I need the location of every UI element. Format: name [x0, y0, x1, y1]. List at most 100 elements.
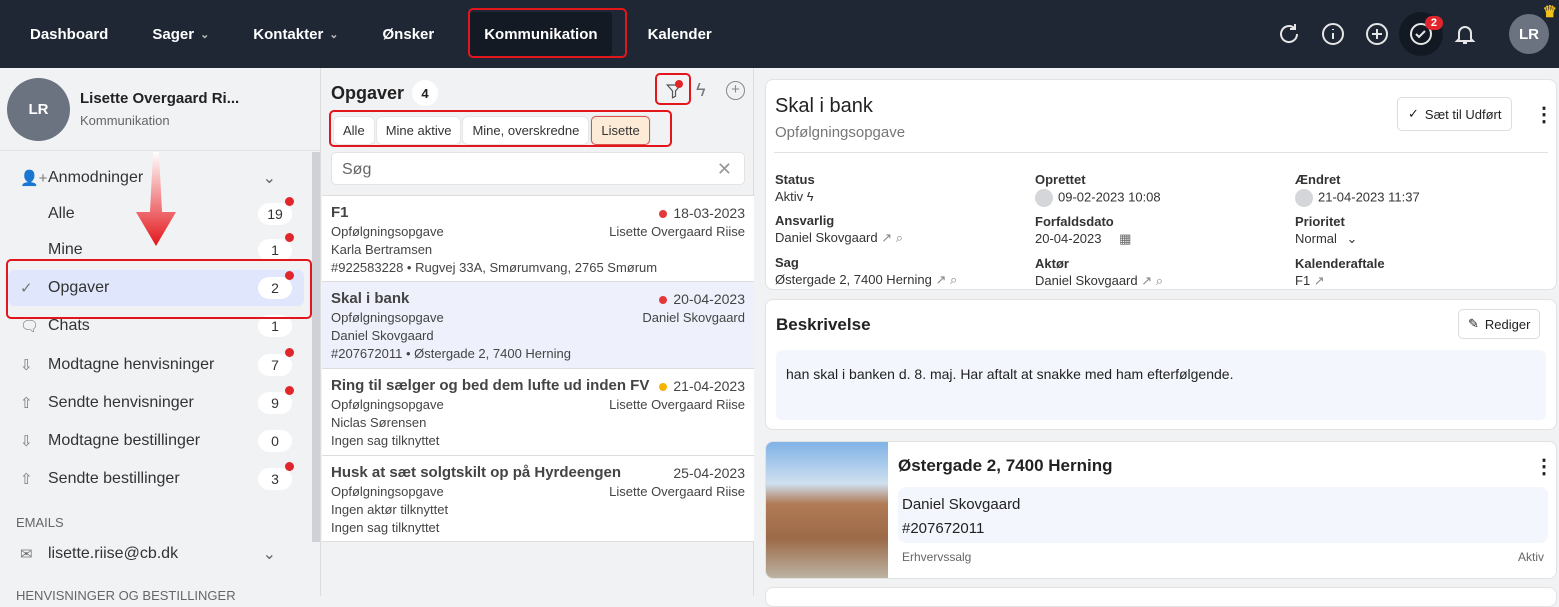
col-2: Oprettet 09-02-2023 10:08 Forfaldsdato 2… [1035, 172, 1163, 289]
chat-icon: 🗨 [20, 318, 40, 335]
property-status: Aktiv [1517, 550, 1544, 564]
info-icon[interactable] [1311, 12, 1355, 56]
sidebar: LR Lisette Overgaard Ri... Kommunikation … [0, 68, 321, 603]
pencil-icon: ✎ [1468, 316, 1479, 331]
case-value: Østergade 2, 7400 Herning [775, 272, 932, 287]
annotation-box [6, 259, 312, 319]
inbox-upload-icon: ⇧ [20, 471, 33, 488]
task-item-selected[interactable]: Skal i bank 20-04-2023 Opfølgningsopgave D… [322, 281, 754, 368]
nav-kalender[interactable]: Kalender [626, 12, 734, 56]
tasks-badge: 2 [1424, 16, 1443, 30]
item-label: Modtagne bestillinger [48, 432, 201, 449]
tasks-check-icon[interactable]: 2 [1399, 12, 1443, 56]
count-badge: 3 [258, 462, 294, 490]
search-input[interactable]: Søg ✕ [331, 152, 745, 185]
status-dot [659, 383, 668, 391]
priority-select[interactable]: Normal ⌄ [1295, 231, 1420, 247]
nav-sager[interactable]: Sager ⌄ [130, 12, 231, 56]
bell-icon[interactable] [1443, 12, 1487, 56]
chevron-down-icon: ⌄ [262, 170, 276, 187]
inbox-upload-icon: ⇧ [20, 395, 33, 412]
calendar-icon[interactable]: ▦ [1119, 231, 1131, 246]
nav-label: Kontakter [253, 25, 324, 43]
sidebar-item-modtagne-henvisninger[interactable]: ⇩ Modtagne henvisninger 7 [8, 347, 304, 383]
external-link-icon[interactable]: ↗ [935, 272, 946, 287]
status-dot [659, 210, 668, 218]
add-task-icon[interactable]: + [726, 81, 745, 100]
user-avatar[interactable]: LR ♛ [1509, 4, 1557, 54]
property-type: Erhvervssalg [902, 550, 972, 564]
top-nav: Dashboard Sager ⌄ Kontakter ⌄ Ønsker Kommu… [0, 0, 1559, 68]
refresh-icon[interactable] [1267, 12, 1311, 56]
search-icon[interactable]: ⌕ [950, 272, 957, 287]
col-3: Ændret 21-04-2023 11:37 Prioritet Normal… [1295, 172, 1420, 289]
sidebar-item-modtagne-bestillinger[interactable]: ⇩ Modtagne bestillinger 0 [8, 423, 304, 459]
item-label: Sendte henvisninger [48, 394, 194, 411]
inbox-download-icon: ⇩ [20, 433, 33, 450]
task-type: Opfølgningsopgave [331, 397, 444, 412]
calendar-label: Kalenderaftale [1295, 256, 1385, 271]
profile-sub: Kommunikation [80, 113, 170, 128]
responsible-label: Ansvarlig [775, 213, 835, 228]
task-owner: Daniel Skovgaard [642, 310, 745, 325]
annotation-box [468, 8, 627, 58]
chevron-down-icon: ⌄ [329, 28, 339, 41]
avatar-initials: LR [1519, 25, 1539, 43]
more-icon[interactable]: ⋮ [1534, 102, 1554, 127]
sidebar-scrollbar[interactable] [312, 152, 320, 542]
task-item[interactable]: F1 18-03-2023 Opfølgningsopgave Lisette Ov… [322, 195, 754, 281]
external-link-icon[interactable]: ↗ [881, 230, 892, 245]
annotation-arrow [136, 152, 176, 246]
sidebar-item-sendte-henvisninger[interactable]: ⇧ Sendte henvisninger 9 [8, 385, 304, 421]
priority-label: Prioritet [1295, 214, 1345, 229]
status-label: Status [775, 172, 815, 187]
edit-button[interactable]: ✎ Rediger [1458, 309, 1541, 339]
external-link-icon[interactable]: ↗ [1314, 273, 1325, 288]
item-label: Sendte bestillinger [48, 470, 180, 487]
nav-kontakter[interactable]: Kontakter ⌄ [231, 12, 360, 56]
property-case-number: #207672011 [902, 520, 985, 537]
task-contact: Niclas Sørensen [331, 415, 427, 430]
task-case: Ingen sag tilknyttet [331, 520, 440, 535]
annotation-box [329, 110, 672, 147]
more-icon[interactable]: ⋮ [1534, 454, 1554, 479]
crown-icon: ♛ [1542, 4, 1557, 21]
task-case: #922583228 • Rugvej 33A, Smørumvang, 276… [331, 260, 658, 275]
user-plus-icon: 👤+ [20, 170, 48, 187]
user-avatar-icon [1035, 189, 1053, 207]
task-title: Ring til sælger og bed dem lufte ud inde… [331, 377, 650, 394]
count-badge: 7 [258, 348, 294, 376]
detail-panel: Skal i bank Opfølgningsopgave ✓ Sæt til U… [755, 68, 1559, 607]
external-link-icon[interactable]: ↗ [1141, 273, 1152, 288]
task-case: #207672011 • Østergade 2, 7400 Herning [331, 346, 571, 361]
task-date: 25-04-2023 [673, 465, 745, 481]
task-contact: Karla Bertramsen [331, 242, 433, 257]
search-icon[interactable]: ⌕ [896, 230, 903, 245]
add-icon[interactable] [1355, 12, 1399, 56]
case-label: Sag [775, 255, 799, 270]
task-title: F1 [331, 204, 349, 221]
created-value: 09-02-2023 10:08 [1058, 189, 1161, 205]
nav-dashboard[interactable]: Dashboard [0, 12, 130, 56]
task-owner: Lisette Overgaard Riise [609, 224, 745, 239]
check-icon: ✓ [1408, 106, 1419, 121]
property-card[interactable]: Østergade 2, 7400 Herning ⋮ Daniel Skovg… [765, 441, 1557, 579]
sidebar-item-sendte-bestillinger[interactable]: ⇧ Sendte bestillinger 3 [8, 461, 304, 497]
search-icon[interactable]: ⌕ [1156, 273, 1163, 288]
lightning-icon[interactable]: ϟ [807, 189, 814, 204]
nav-onsker[interactable]: Ønsker [361, 12, 457, 56]
task-list-panel: Opgaver 4 ϟ + Alle Mine aktive Mine, overs… [322, 68, 754, 596]
task-item[interactable]: Ring til sælger og bed dem lufte ud inde… [322, 368, 754, 455]
lightning-icon[interactable]: ϟ [696, 80, 706, 101]
task-title: Skal i bank [331, 290, 410, 307]
search-placeholder: Søg [342, 161, 372, 178]
actor-label: Aktør [1035, 256, 1069, 271]
clear-icon[interactable]: ✕ [717, 159, 732, 180]
task-date: 20-04-2023 [673, 291, 745, 307]
emails-header: EMAILS [16, 515, 64, 530]
sidebar-email-account[interactable]: ✉ lisette.riise@cb.dk ⌄ [8, 536, 304, 572]
task-type: Opfølgningsopgave [331, 224, 444, 239]
task-item[interactable]: Husk at sæt solgtskilt op på Hyrdeengen 2… [322, 455, 754, 542]
email-label: lisette.riise@cb.dk [48, 545, 179, 562]
mark-done-button[interactable]: ✓ Sæt til Udført [1397, 97, 1513, 131]
